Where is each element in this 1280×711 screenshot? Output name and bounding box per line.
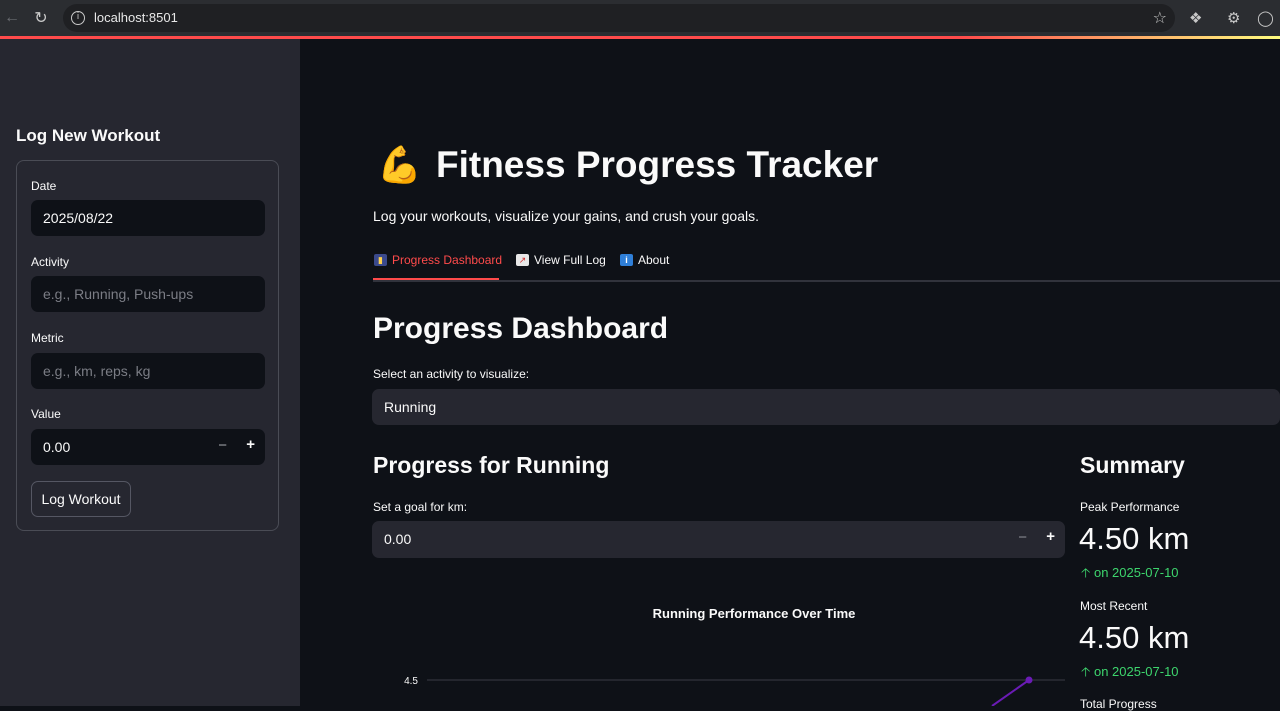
sidebar: Log New Workout Date 2025/08/22 Activity…	[0, 39, 300, 706]
tab-label: View Full Log	[534, 253, 606, 267]
browser-toolbar: ← ↻ i localhost:8501 ☆ ❖ ⚙ ◯	[0, 0, 1280, 36]
value-input-text[interactable]: 0.00	[43, 439, 70, 455]
tab-label: About	[638, 253, 670, 267]
delta-text: on 2025-07-10	[1093, 664, 1179, 679]
performance-chart: Running Performance Over Time 4.5	[404, 606, 1065, 706]
series-line	[991, 679, 1030, 706]
tab-view-full-log[interactable]: ↗ View Full Log	[516, 253, 606, 267]
date-input[interactable]: 2025/08/22	[31, 200, 265, 236]
peak-performance-value: 4.50 km	[1079, 521, 1190, 556]
y-tick-label: 4.5	[404, 676, 418, 687]
progress-subtitle: Progress for Running	[373, 452, 610, 478]
most-recent-delta: 🡡 on 2025-07-10	[1081, 663, 1179, 685]
value-label: Value	[31, 407, 61, 421]
total-progress-label: Total Progress	[1080, 697, 1157, 711]
goal-decrement-button[interactable]: −	[1018, 529, 1027, 546]
info-icon: i	[620, 254, 633, 266]
chart-title: Running Performance Over Time	[653, 606, 856, 621]
activity-select-label: Select an activity to visualize:	[373, 367, 530, 381]
bar-chart-icon: ▮	[374, 254, 387, 266]
page-subtitle: Log your workouts, visualize your gains,…	[373, 208, 759, 224]
tab-about[interactable]: i About	[620, 253, 669, 267]
back-arrow-icon[interactable]: ←	[0, 6, 24, 30]
peak-performance-label: Peak Performance	[1080, 500, 1180, 514]
tab-progress-dashboard[interactable]: ▮ Progress Dashboard	[374, 253, 502, 267]
up-arrow-icon: 🡡	[1081, 565, 1091, 580]
goal-label: Set a goal for km:	[373, 500, 468, 514]
goal-increment-button[interactable]: +	[1046, 528, 1055, 545]
trend-chart-icon: ↗	[516, 254, 529, 266]
most-recent-value: 4.50 km	[1079, 620, 1190, 655]
decrement-button[interactable]: −	[218, 437, 227, 454]
reload-icon[interactable]: ↻	[29, 6, 53, 30]
most-recent-label: Most Recent	[1080, 599, 1148, 613]
page-title: Fitness Progress Tracker	[436, 144, 879, 185]
increment-button[interactable]: +	[246, 436, 255, 453]
peak-performance-delta: 🡡 on 2025-07-10	[1081, 564, 1179, 586]
log-workout-button[interactable]: Log Workout	[31, 481, 131, 517]
date-label: Date	[31, 179, 57, 193]
site-info-icon[interactable]: i	[71, 11, 85, 25]
activity-select[interactable]: Running	[372, 389, 1280, 425]
main-content: 💪 Fitness Progress Tracker Log your work…	[300, 39, 1280, 711]
bookmark-star-icon[interactable]: ☆	[1153, 8, 1167, 28]
value-stepper[interactable]: 0.00 − +	[31, 429, 265, 465]
goal-input-text[interactable]: 0.00	[384, 531, 411, 547]
dashboard-title: Progress Dashboard	[373, 312, 669, 345]
menu-icon[interactable]: ◯	[1257, 9, 1275, 27]
active-tab-indicator	[373, 278, 499, 280]
profile-sync-icon[interactable]: ⚙	[1227, 9, 1245, 27]
sidebar-title: Log New Workout	[16, 126, 161, 145]
up-arrow-icon: 🡡	[1081, 664, 1091, 679]
address-bar[interactable]: i localhost:8501 ☆	[63, 4, 1175, 32]
url-text: localhost:8501	[94, 10, 178, 25]
metric-input[interactable]: e.g., km, reps, kg	[31, 353, 265, 389]
summary-title: Summary	[1080, 452, 1185, 478]
activity-input[interactable]: e.g., Running, Push-ups	[31, 276, 265, 312]
tab-bar: ▮ Progress Dashboard ↗ View Full Log i A…	[373, 246, 1280, 282]
activity-label: Activity	[31, 255, 70, 269]
goal-stepper[interactable]: 0.00 − +	[372, 521, 1065, 558]
tab-label: Progress Dashboard	[392, 253, 503, 267]
extensions-icon[interactable]: ❖	[1189, 9, 1207, 27]
metric-label: Metric	[31, 331, 64, 345]
delta-text: on 2025-07-10	[1093, 565, 1179, 580]
workout-form: Date 2025/08/22 Activity e.g., Running, …	[16, 160, 279, 531]
flexed-bicep-icon: 💪	[377, 144, 422, 185]
data-point	[1025, 676, 1033, 684]
